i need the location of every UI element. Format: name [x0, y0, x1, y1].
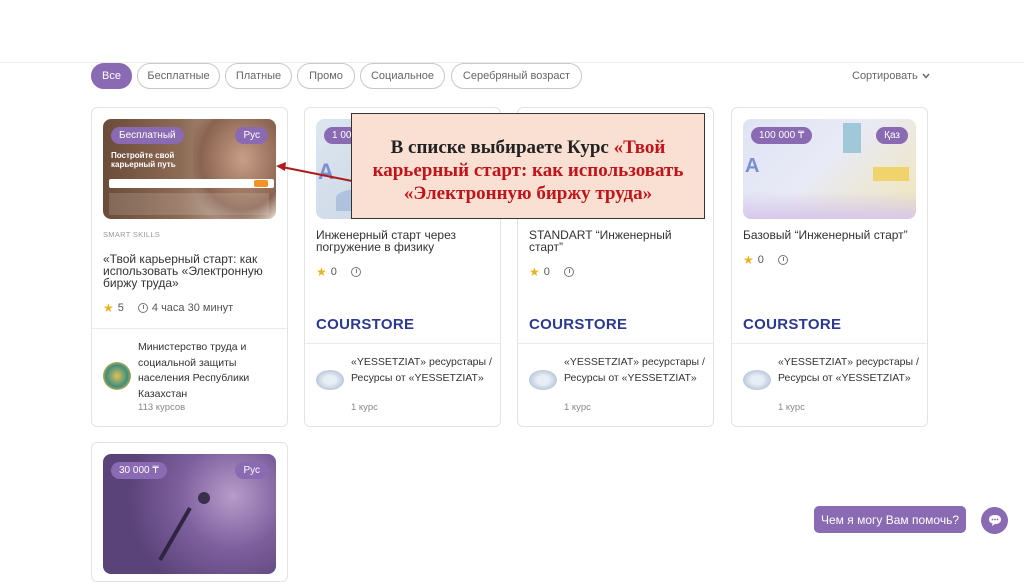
owner-logo	[529, 370, 557, 390]
clock-icon	[777, 255, 788, 265]
owner-name[interactable]: «YESSETZIAT» ресурстары / Ресурсы от «YE…	[564, 355, 712, 386]
annotation-callout: В списке выбираете Курс «Твой карьерный …	[351, 113, 705, 219]
star-icon: ★	[529, 265, 540, 279]
course-card-music[interactable]: 30 000 ₸ Рус	[91, 442, 288, 582]
clock-icon	[563, 267, 574, 277]
filter-promo-chip[interactable]: Промо	[297, 63, 355, 89]
coursestore-brand: COURSTORE	[529, 316, 628, 333]
course-meta: ★ 0	[743, 253, 788, 267]
arrow-icon	[276, 162, 353, 182]
course-card-career-start[interactable]: Постройте свой карьерный путь Бесплатный…	[91, 107, 288, 427]
owner-name[interactable]: «YESSETZIAT» ресурстары / Ресурсы от «YE…	[778, 355, 926, 386]
price-badge: Бесплатный	[111, 127, 184, 144]
filter-silver-age-chip[interactable]: Серебряный возраст	[451, 63, 582, 89]
course-meta: ★ 5 4 часа 30 минут	[103, 301, 233, 315]
filter-all-chip[interactable]: Все	[91, 63, 132, 89]
star-icon: ★	[743, 253, 754, 267]
provider-tag: SMART SKILLS	[103, 230, 161, 239]
sort-label: Сортировать	[852, 70, 918, 82]
card-divider	[732, 343, 927, 344]
rating-value: 0	[757, 254, 764, 266]
coursestore-brand: COURSTORE	[743, 316, 842, 333]
language-badge: Рус	[235, 462, 268, 479]
clock-icon	[137, 303, 148, 313]
duration-value: 4 часа 30 минут	[151, 302, 234, 314]
owner-course-count: 1 курс	[564, 402, 591, 413]
chevron-down-icon	[922, 73, 930, 79]
owner-course-count: 113 курсов	[138, 402, 186, 413]
owner-course-count: 1 курс	[351, 402, 378, 413]
filter-social-chip[interactable]: Социальное	[360, 63, 445, 89]
owner-logo	[743, 370, 771, 390]
chat-icon	[988, 515, 1001, 526]
top-header-bar	[0, 0, 1024, 63]
chat-button[interactable]	[981, 507, 1008, 534]
price-badge: 30 000 ₸	[111, 462, 167, 479]
thumbnail-banner-text: Постройте свой карьерный путь	[111, 151, 176, 169]
sort-dropdown[interactable]: Сортировать	[852, 70, 930, 82]
star-icon: ★	[103, 301, 114, 315]
course-title[interactable]: «Твой карьерный старт: как использовать …	[103, 253, 278, 289]
course-title[interactable]: Инженерный старт через погружение в физи…	[316, 229, 491, 253]
owner-course-count: 1 курс	[778, 402, 805, 413]
card-divider	[518, 343, 713, 344]
rating-value: 0	[543, 266, 550, 278]
star-icon: ★	[316, 265, 327, 279]
chat-prompt-bubble[interactable]: Чем я могу Вам помочь?	[814, 506, 966, 533]
course-meta: ★ 0	[529, 265, 574, 279]
card-divider	[305, 343, 500, 344]
course-title[interactable]: STANDART “Инженерный старт”	[529, 229, 704, 253]
owner-name[interactable]: Министерство труда и социальной защиты н…	[138, 340, 286, 402]
filter-free-chip[interactable]: Бесплатные	[137, 63, 220, 89]
course-thumbnail: 30 000 ₸ Рус	[103, 454, 276, 574]
filter-paid-chip[interactable]: Платные	[225, 63, 292, 89]
owner-logo	[316, 370, 344, 390]
course-title[interactable]: Базовый “Инженерный старт”	[743, 229, 918, 241]
course-meta: ★ 0	[316, 265, 361, 279]
card-divider	[92, 328, 287, 329]
language-badge: Қаз	[876, 127, 908, 144]
course-card-basic-engineering[interactable]: A 100 000 ₸ Қаз Базовый “Инженерный стар…	[731, 107, 928, 427]
rating-value: 0	[330, 266, 337, 278]
coursestore-brand: COURSTORE	[316, 316, 415, 333]
language-badge: Рус	[235, 127, 268, 144]
clock-icon	[350, 267, 361, 277]
rating-value: 5	[117, 302, 124, 314]
course-thumbnail: Постройте свой карьерный путь Бесплатный…	[103, 119, 276, 219]
owner-emblem-logo	[103, 362, 131, 390]
course-thumbnail: A 100 000 ₸ Қаз	[743, 119, 916, 219]
callout-black-text: В списке выбираете Курс	[390, 137, 609, 158]
price-badge: 100 000 ₸	[751, 127, 813, 144]
owner-name[interactable]: «YESSETZIAT» ресурстары / Ресурсы от «YE…	[351, 355, 499, 386]
